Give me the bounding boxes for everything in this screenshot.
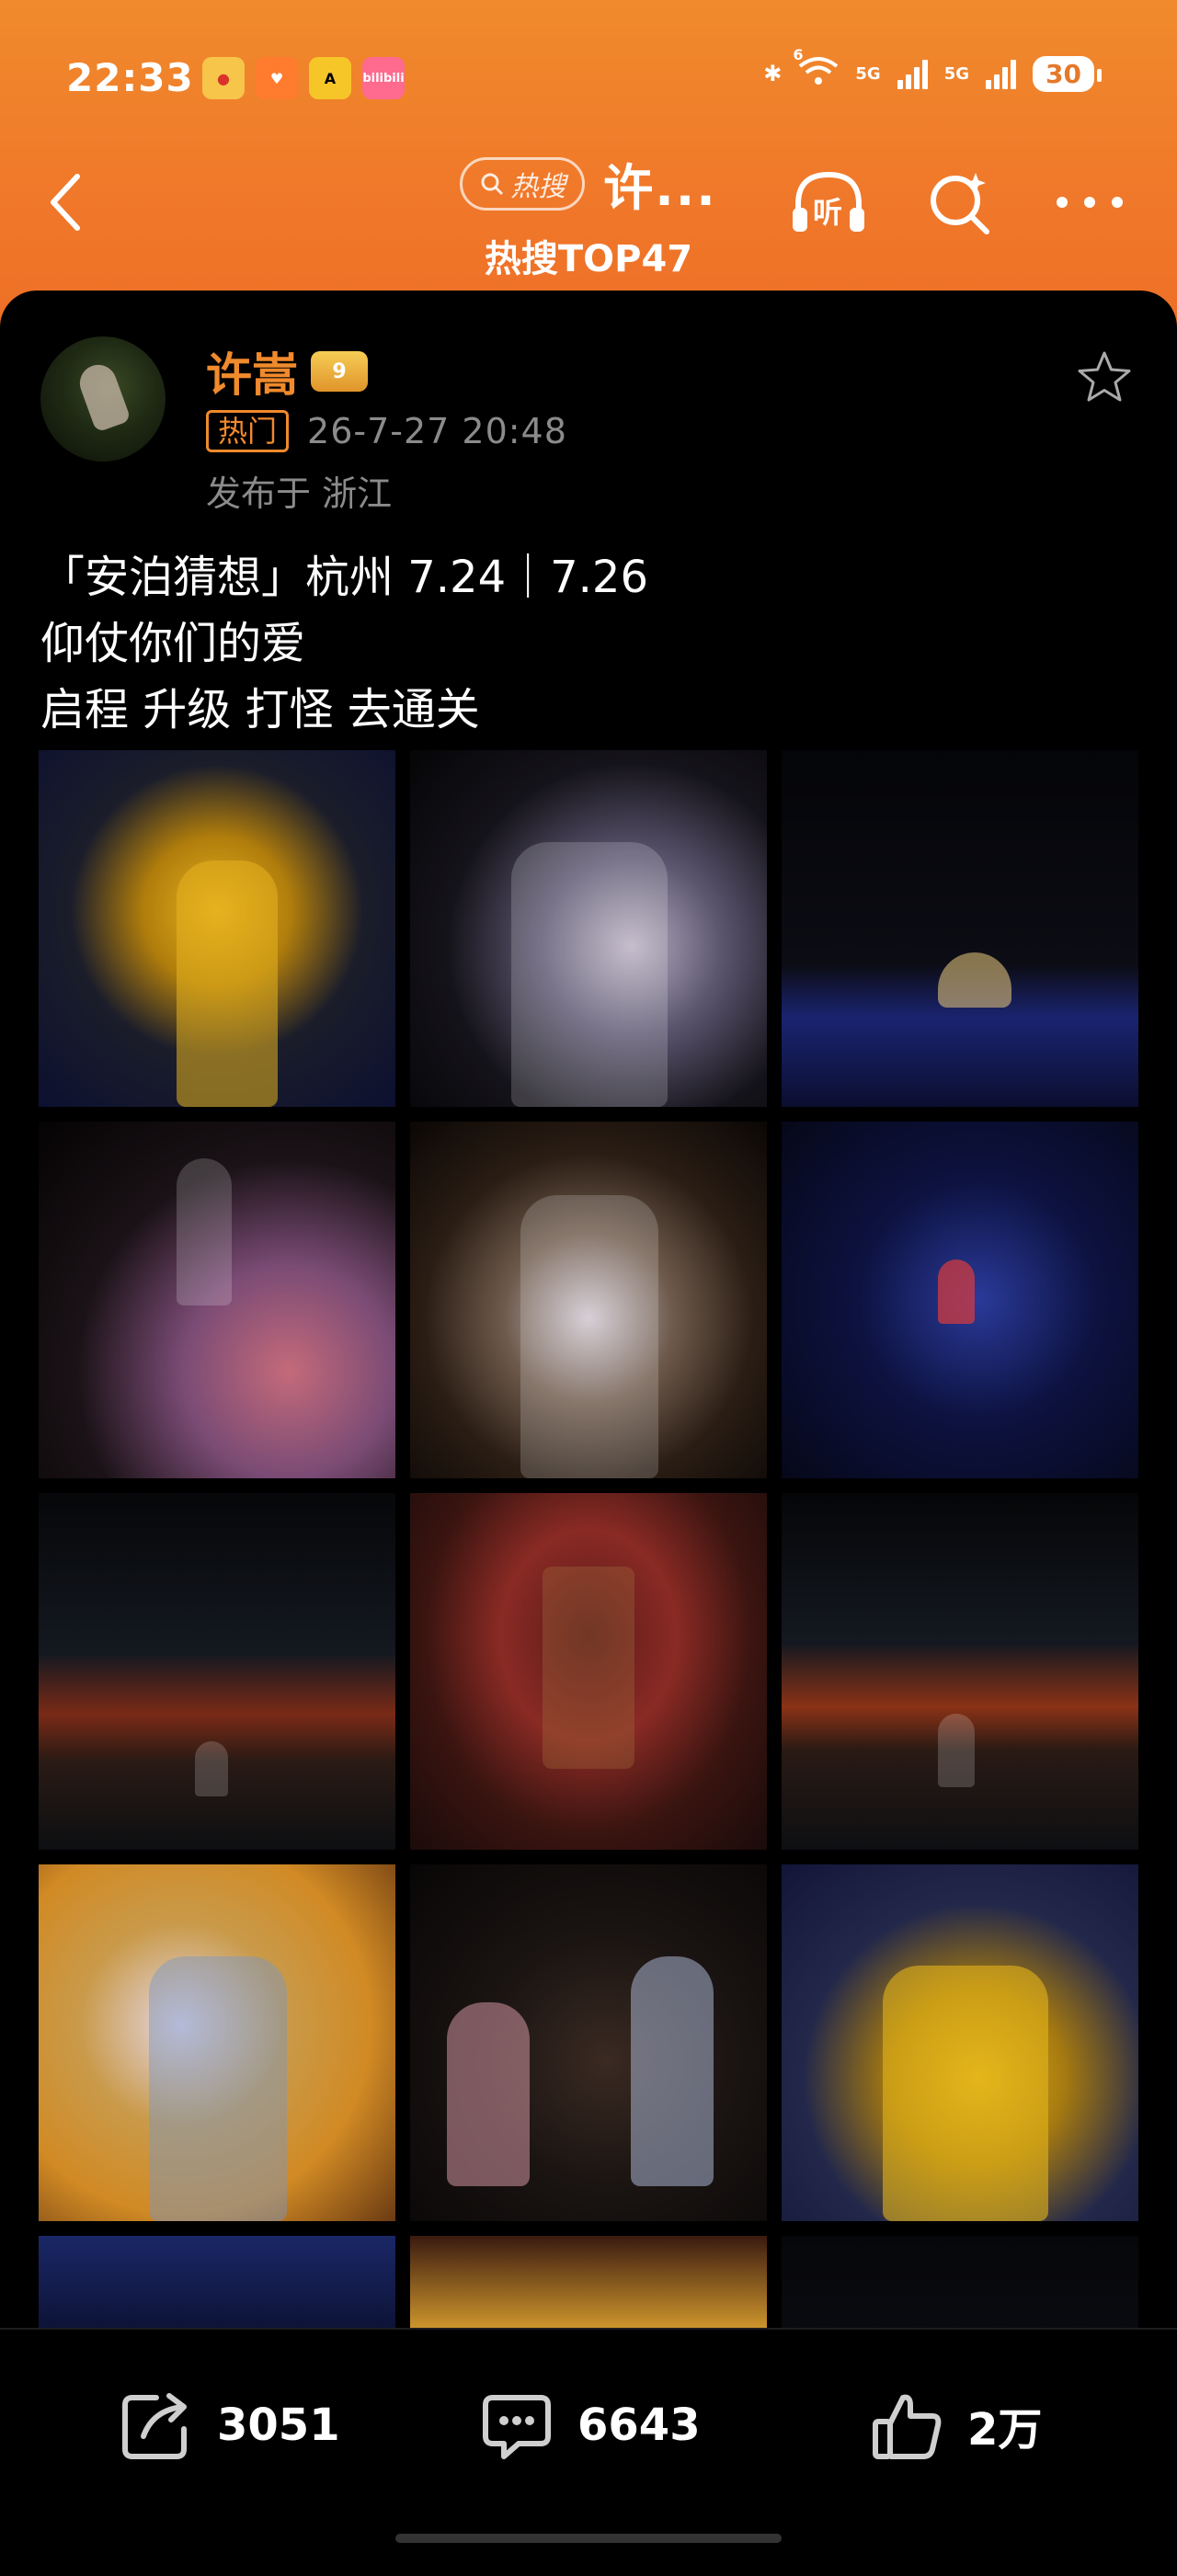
photo-5[interactable] <box>410 1122 767 1478</box>
home-indicator[interactable] <box>395 2534 782 2543</box>
signal-icon-2 <box>986 58 1017 89</box>
wifi-sup: 6 <box>793 46 804 63</box>
navigation-bar: 热搜 许... 热搜TOP47 听 <box>0 138 1177 294</box>
hot-search-pill[interactable]: 热搜 <box>460 156 586 211</box>
photo-12[interactable] <box>782 1864 1138 2221</box>
share-icon <box>122 2393 187 2459</box>
photo-11[interactable] <box>410 1864 767 2221</box>
wifi-icon: 6 <box>793 46 839 92</box>
nav-actions: 听 <box>787 165 1131 239</box>
photo-8[interactable] <box>410 1493 767 1850</box>
photo-15[interactable] <box>782 2236 1138 2342</box>
avatar[interactable] <box>40 336 166 462</box>
weibo-icon: ● <box>202 57 245 99</box>
signal-icon-1 <box>897 58 928 89</box>
a-app-icon: A <box>309 57 351 99</box>
author-name[interactable]: 许嵩 <box>206 338 298 405</box>
photo-13[interactable] <box>39 2236 395 2342</box>
bluetooth-icon: ✱ <box>763 61 783 86</box>
listen-label: 听 <box>813 195 843 230</box>
system-status-icons: ✱ 6 5G 5G 30 <box>763 46 1102 92</box>
post-text: 「安泊猜想」杭州 7.24｜7.26 仰仗你们的爱 启程 升级 打怪 去通关 <box>40 544 648 743</box>
bottom-action-bar: 3051 6643 2万 <box>0 2328 1177 2576</box>
network-label-2: 5G <box>943 63 970 84</box>
heart-app-icon: ♥ <box>256 57 298 99</box>
author-name-row: 许嵩 9 <box>206 338 368 405</box>
comment-count: 6643 <box>577 2399 701 2451</box>
more-button[interactable] <box>1048 165 1131 239</box>
share-count: 3051 <box>217 2399 340 2451</box>
listen-button[interactable]: 听 <box>787 165 870 239</box>
photo-1[interactable] <box>39 750 395 1107</box>
thumbs-up-icon <box>873 2394 942 2459</box>
hot-tag: 热门 <box>206 410 290 452</box>
post-location: 发布于 浙江 <box>206 473 393 514</box>
page-title: 许... <box>603 159 717 217</box>
comment-icon <box>483 2395 551 2459</box>
photo-14[interactable] <box>410 2236 767 2342</box>
notification-app-icons: ● ♥ A bilibili <box>202 57 405 99</box>
star-icon <box>1078 351 1131 402</box>
post-line-2: 仰仗你们的爱 <box>40 618 306 669</box>
bilibili-icon: bilibili <box>362 57 405 99</box>
post-timestamp: 26-7-27 20:48 <box>307 411 567 451</box>
more-dots-icon <box>1057 197 1123 208</box>
crown-badge-icon: 9 <box>311 351 368 392</box>
clock: 22:33 <box>66 55 194 100</box>
photo-10[interactable] <box>39 1864 395 2221</box>
photo-7[interactable] <box>39 1493 395 1850</box>
network-label-1: 5G <box>855 63 881 84</box>
comment-button[interactable]: 6643 <box>476 2385 701 2466</box>
photo-2[interactable] <box>410 750 767 1107</box>
photo-9[interactable] <box>782 1493 1138 1850</box>
hot-search-label: 热搜 <box>510 170 566 203</box>
like-button[interactable]: 2万 <box>866 2385 1042 2466</box>
search-button[interactable] <box>918 165 1000 239</box>
battery-indicator: 30 <box>1033 55 1102 92</box>
photo-6[interactable] <box>782 1122 1138 1478</box>
search-sparkle-icon <box>931 173 989 234</box>
photo-4[interactable] <box>39 1122 395 1478</box>
vip-level: 9 <box>332 359 347 383</box>
share-button[interactable]: 3051 <box>116 2385 340 2466</box>
favorite-button[interactable] <box>1074 348 1135 408</box>
post-line-1: 「安泊猜想」杭州 7.24｜7.26 <box>40 552 649 603</box>
like-count: 2万 <box>967 2404 1043 2456</box>
post-line-3: 启程 升级 打怪 去通关 <box>40 684 480 735</box>
post-meta: 热门 26-7-27 20:48 <box>206 410 567 452</box>
search-icon <box>481 173 504 195</box>
status-bar: 22:33 ● ♥ A bilibili ✱ 6 5G 5G 30 <box>0 46 1177 110</box>
post-card: 许嵩 9 热门 26-7-27 20:48 发布于 浙江 「安泊猜想」杭州 7.… <box>0 291 1177 2574</box>
photo-3[interactable] <box>782 750 1138 1107</box>
top-header: 22:33 ● ♥ A bilibili ✱ 6 5G 5G 30 热搜 许..… <box>0 0 1177 331</box>
